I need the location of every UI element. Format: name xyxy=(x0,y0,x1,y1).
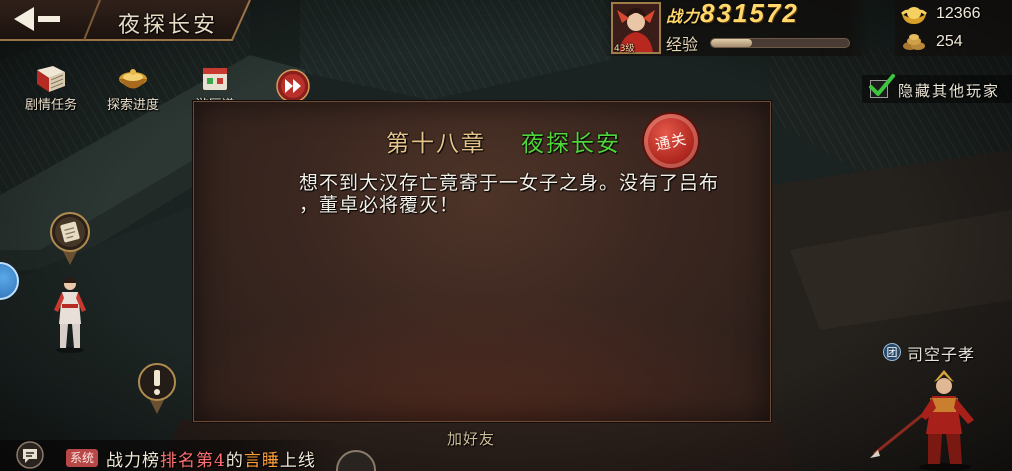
shortcut-label: 剧情任务 xyxy=(24,98,77,113)
exp-bar-fill xyxy=(711,39,753,47)
book-icon xyxy=(37,66,65,92)
scene-title: 夜探长安 xyxy=(118,13,219,38)
chat-segment: 上线 xyxy=(279,451,316,471)
nearby-player-character[interactable] xyxy=(870,368,1000,471)
nearby-player-name[interactable]: 司空子孝 xyxy=(907,341,975,365)
back-arrow-icon xyxy=(14,7,60,31)
shortcut-exploration-progress[interactable]: 探索进度 xyxy=(104,64,162,113)
player-level: 43级 xyxy=(614,44,635,54)
coin-pile-icon xyxy=(903,34,925,50)
bottom-menu-icon xyxy=(336,450,376,471)
chapter-number: 第十八章 xyxy=(386,131,486,157)
chat-segment: 排名第4 xyxy=(160,451,226,471)
shortcut-label: 探索进度 xyxy=(106,98,159,113)
power-value: 831572 xyxy=(700,0,799,28)
chapter-dialog[interactable]: 第十八章 夜探长安 通关 想不到大汉存亡竟寄于一女子之身。没有了吕布 ，董卓必将… xyxy=(193,101,771,422)
coin-amount: 254 xyxy=(936,33,963,50)
description-line: ，董卓必将覆灭！ xyxy=(299,194,460,216)
checkmark-icon xyxy=(869,74,895,96)
npc-character[interactable] xyxy=(48,274,92,354)
description-line: 想不到大汉存亡竟寄于一女子之身。没有了吕布 xyxy=(299,172,720,194)
chat-segment: 言睡 xyxy=(243,451,280,471)
chat-channel-tag: 系统 xyxy=(66,449,99,467)
seal-text: 通关 xyxy=(653,129,689,154)
cleared-seal: 通关 xyxy=(644,114,698,168)
scroll-icon xyxy=(203,68,227,90)
fast-forward-icon xyxy=(276,69,310,103)
side-menu-icon xyxy=(0,262,19,300)
hide-players-label: 隐藏其他玩家 xyxy=(898,82,1001,100)
hide-players-toggle[interactable]: 隐藏其他玩家 xyxy=(862,74,1012,103)
gold-amount: 12366 xyxy=(936,5,981,22)
treasure-icon xyxy=(119,69,147,89)
bottom-menu-button[interactable] xyxy=(335,448,377,471)
exp-bar xyxy=(710,38,850,48)
guild-badge: 团 xyxy=(883,343,901,361)
back-button[interactable] xyxy=(0,0,84,40)
chat-icon[interactable] xyxy=(16,441,44,469)
exp-label: 经验 xyxy=(666,35,699,54)
gold-ingot-icon xyxy=(901,7,927,24)
power-label: 战力 xyxy=(666,7,701,26)
side-menu-button[interactable] xyxy=(0,262,20,300)
fast-forward-button[interactable] xyxy=(276,69,310,103)
exclamation-marker-icon[interactable] xyxy=(137,362,177,416)
chapter-name: 夜探长安 xyxy=(521,131,621,157)
chat-segment: 战力榜 xyxy=(106,451,160,471)
add-friend-button[interactable]: 加好友 xyxy=(447,428,495,449)
chapter-description: 想不到大汉存亡竟寄于一女子之身。没有了吕布 ，董卓必将覆灭！ xyxy=(299,172,719,216)
chat-segment: 的 xyxy=(225,451,244,471)
chat-message[interactable]: 战力榜排名第4的言睡上线 xyxy=(106,446,316,471)
quest-scroll-marker-icon[interactable] xyxy=(49,211,91,267)
shortcut-story-quests[interactable]: 剧情任务 xyxy=(22,64,80,113)
